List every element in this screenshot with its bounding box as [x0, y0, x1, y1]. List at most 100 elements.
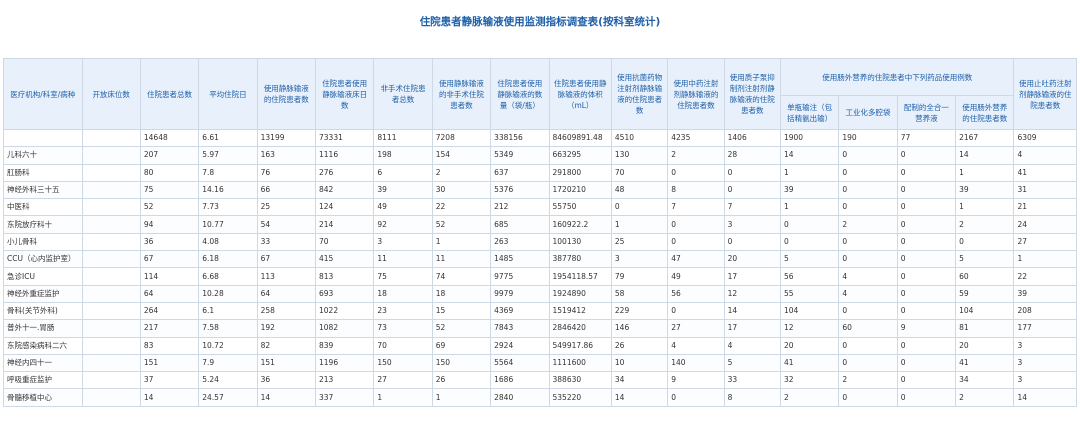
cell-non-surgical-iv: 2	[431, 163, 492, 182]
cell-pump-iv: 0	[723, 163, 781, 182]
cell-non-surgical-iv: 1	[431, 232, 492, 252]
cell-antiemetic-iv: 177	[1013, 319, 1077, 338]
cell-inpatients: 80	[139, 163, 200, 182]
cell-compounded: 77	[896, 128, 957, 148]
cell-tcm-iv: 0	[667, 301, 725, 321]
cell-iv-volume: 1111600	[548, 353, 612, 373]
cell-non-surgical-iv: 7208	[431, 128, 492, 148]
table-row[interactable]: 骨科(关节外科) 264 6.1 258 1022 23 15 4369 1519412 229 0…	[3, 301, 1077, 321]
cell-antibiotic-iv: 14	[610, 388, 669, 407]
header-single-bottle[interactable]: 单瓶输注（包括精氨出输）	[779, 95, 840, 130]
header-non-surgical-iv[interactable]: 使用静脉输液的非手术住院患者数	[431, 58, 492, 130]
cell-dept: 骨科(关节外科)	[3, 301, 83, 321]
header-antibiotic-iv[interactable]: 使用抗菌药物注射剂静脉输液的住院患者数	[610, 58, 669, 130]
table-row[interactable]: 中医科 52 7.73 25 124 49 22 212 55750 0 7 7 1 0 0 1 21	[3, 198, 1077, 217]
cell-dept: 骨髓移植中心	[3, 388, 83, 407]
cell-iv-amount: 2840	[490, 388, 550, 407]
cell-iv-patients: 13199	[256, 128, 317, 148]
header-iv-patients[interactable]: 使用静脉输液的住院患者数	[256, 58, 317, 130]
table-row[interactable]: 东院放疗科十 94 10.77 54 214 92 52 685 160922.2 1 0 3 0 2 0 2…	[3, 215, 1077, 234]
header-pump-iv[interactable]: 使用质子泵抑制剂注射剂静脉输液的住院患者数	[723, 58, 781, 130]
cell-avg-stay: 6.18	[198, 250, 258, 269]
cell-pump-iv: 7	[723, 198, 781, 217]
table-row[interactable]: 肛肠科 80 7.8 76 276 6 2 637 291800 70 0 0 1 0 0 1 41	[3, 163, 1077, 182]
cell-pump-iv: 33	[723, 371, 781, 390]
table-row[interactable]: 急诊ICU 114 6.68 113 813 75 74 9775 1954118.57 79 49…	[3, 267, 1077, 286]
header-tcm-iv[interactable]: 使用中药注射剂静脉输液的住院患者数	[667, 58, 725, 130]
cell-pump-iv: 0	[723, 180, 781, 200]
cell-non-surgical-iv: 74	[431, 267, 492, 286]
table-body: 14648 6.61 13199 73331 8111 7208 338156 8460989…	[3, 128, 1077, 407]
cell-avg-stay: 6.68	[198, 267, 258, 286]
cell-pump-iv: 0	[723, 232, 781, 252]
cell-inpatients: 94	[139, 215, 200, 234]
cell-avg-stay: 10.28	[198, 284, 258, 303]
header-iv-bed-days[interactable]: 住院患者使用静脉输液床日数	[314, 58, 375, 130]
cell-compounded: 0	[896, 371, 957, 390]
table-row[interactable]: 神经外科三十五 75 14.16 66 842 39 30 5376 1720210 48 8 0 39…	[3, 180, 1077, 200]
cell-non-surgical-iv: 30	[431, 180, 492, 200]
cell-iv-bed-days: 213	[314, 371, 375, 390]
table-row-total[interactable]: 14648 6.61 13199 73331 8111 7208 338156 8460989…	[3, 128, 1077, 148]
cell-iv-patients: 82	[256, 336, 317, 355]
cell-single-bottle: 1	[779, 198, 840, 217]
cell-beds	[81, 353, 141, 373]
header-antiemetic-iv[interactable]: 使用止吐药注射剂静脉输液的住院患者数	[1013, 58, 1077, 130]
cell-iv-bed-days: 813	[314, 267, 375, 286]
cell-single-bottle: 55	[779, 284, 840, 303]
header-non-surgical[interactable]: 非手术住院患者总数	[373, 58, 433, 130]
cell-non-surgical: 70	[373, 336, 433, 355]
cell-dept: 神经外重症监护	[3, 284, 83, 303]
cell-tcm-iv: 8	[667, 180, 725, 200]
header-inpatients[interactable]: 住院患者总数	[139, 58, 200, 130]
cell-non-surgical-iv: 18	[431, 284, 492, 303]
table-row[interactable]: 骨髓移植中心 14 24.57 14 337 1 1 2840 535220 14 0 8 2 0 0 2 14	[3, 388, 1077, 407]
header-beds[interactable]: 开放床位数	[81, 58, 141, 130]
cell-iv-bed-days: 839	[314, 336, 375, 355]
cell-parenteral-patients: 104	[955, 301, 1015, 321]
table-row[interactable]: 普外十一.胃肠 217 7.58 192 1082 73 52 7843 2846420 146 2…	[3, 319, 1077, 338]
cell-iv-bed-days: 124	[314, 198, 375, 217]
cell-iv-bed-days: 70	[314, 232, 375, 252]
cell-parenteral-patients: 81	[955, 319, 1015, 338]
cell-industrial-bags: 190	[838, 128, 898, 148]
cell-non-surgical: 27	[373, 371, 433, 390]
table-row[interactable]: 呼吸重症监护 37 5.24 36 213 27 26 1686 388630 34 9 33 32 2 0…	[3, 371, 1077, 390]
cell-antibiotic-iv: 34	[610, 371, 669, 390]
header-industrial-bags[interactable]: 工业化多腔袋	[838, 95, 898, 130]
cell-iv-amount: 1485	[490, 250, 550, 269]
cell-parenteral-patients: 1	[955, 163, 1015, 182]
header-dept[interactable]: 医疗机构/科室/病种	[3, 58, 83, 130]
cell-tcm-iv: 4	[667, 336, 725, 355]
header-avg-stay[interactable]: 平均住院日	[198, 58, 258, 130]
table-row[interactable]: 小儿骨科 36 4.08 33 70 3 1 263 100130 25 0 0 0 0 0 0 27	[3, 232, 1077, 252]
cell-avg-stay: 6.1	[198, 301, 258, 321]
header-iv-volume[interactable]: 住院患者使用静脉输液的体积（mL）	[548, 58, 612, 130]
cell-antibiotic-iv: 130	[610, 146, 669, 165]
cell-iv-volume: 549917.86	[548, 336, 612, 355]
cell-compounded: 0	[896, 250, 957, 269]
cell-avg-stay: 7.9	[198, 353, 258, 373]
cell-antiemetic-iv: 14	[1013, 388, 1077, 407]
table-row[interactable]: CCU（心内监护室） 67 6.18 67 415 11 11 1485 387780 3 47 20…	[3, 250, 1077, 269]
header-compounded[interactable]: 配制的全合一营养液	[896, 95, 957, 130]
table-row[interactable]: 东院感染病科二六 83 10.72 82 839 70 69 2924 549917.86 26 4…	[3, 336, 1077, 355]
cell-tcm-iv: 7	[667, 198, 725, 217]
cell-iv-bed-days: 415	[314, 250, 375, 269]
cell-parenteral-patients: 20	[955, 336, 1015, 355]
cell-iv-patients: 67	[256, 250, 317, 269]
cell-tcm-iv: 27	[667, 319, 725, 338]
cell-avg-stay: 7.8	[198, 163, 258, 182]
cell-antiemetic-iv: 3	[1013, 371, 1077, 390]
header-iv-amount[interactable]: 住院患者使用静脉输液的数量（袋/瓶）	[490, 58, 550, 130]
table-row[interactable]: 神经内四十一 151 7.9 151 1196 150 150 5564 1111600 10 14…	[3, 353, 1077, 373]
cell-dept: 神经外科三十五	[3, 180, 83, 200]
cell-iv-volume: 2846420	[548, 319, 612, 338]
cell-tcm-iv: 56	[667, 284, 725, 303]
table-row[interactable]: 儿科六十 207 5.97 163 1116 198 154 5349 663295 130 2 28…	[3, 146, 1077, 165]
cell-iv-volume: 663295	[548, 146, 612, 165]
cell-non-surgical-iv: 52	[431, 215, 492, 234]
cell-antibiotic-iv: 0	[610, 198, 669, 217]
header-parenteral-patients[interactable]: 使用肠外营养的住院患者数	[955, 95, 1015, 130]
table-row[interactable]: 神经外重症监护 64 10.28 64 693 18 18 9979 1924890 58 56 12…	[3, 284, 1077, 303]
